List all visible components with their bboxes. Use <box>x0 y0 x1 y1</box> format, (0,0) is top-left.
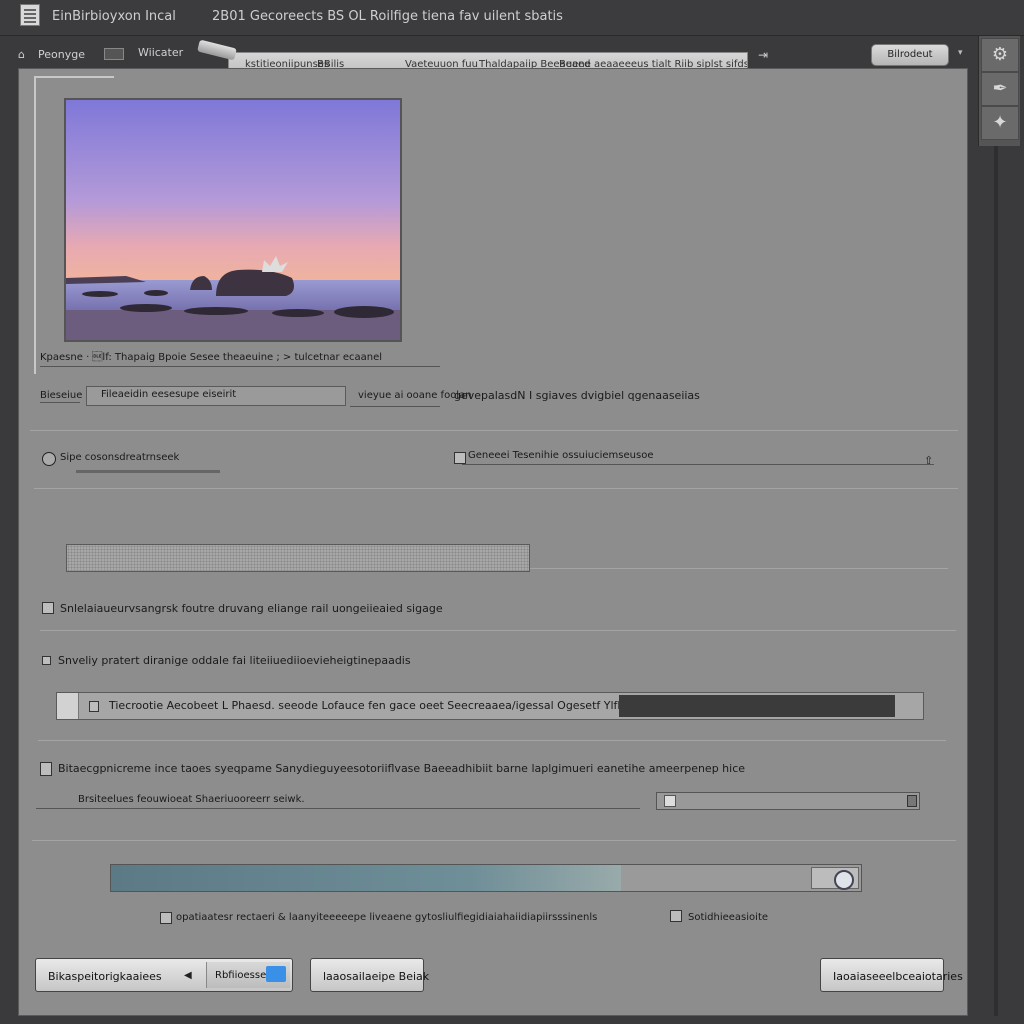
field-underline <box>350 406 440 407</box>
caption-underline <box>40 366 440 367</box>
sparkle-icon[interactable]: ✦ <box>981 106 1019 140</box>
divider <box>34 488 958 489</box>
slider-handle[interactable] <box>663 795 676 807</box>
footer-checkbox[interactable] <box>670 910 682 922</box>
progress-fill <box>111 865 621 891</box>
file-icon[interactable] <box>57 693 79 719</box>
value-slider[interactable] <box>656 792 920 810</box>
arrow-up-icon[interactable]: ⇧ <box>924 454 933 467</box>
setting-checkbox[interactable] <box>42 656 51 665</box>
title-bar: EinBirbioyxon Incal 2B01 Gecoreects BS O… <box>0 0 1024 36</box>
file-checkbox[interactable] <box>89 701 99 712</box>
radio-option[interactable] <box>42 452 56 466</box>
footer-check-label: Sotidhieeasioite <box>688 912 769 923</box>
slider-end-cap <box>907 795 917 807</box>
accent-button-label: Rbfiioesse <box>215 970 267 981</box>
toolbar-label[interactable]: Peonyge <box>38 48 85 61</box>
pattern-input[interactable] <box>66 544 530 572</box>
scrollbar[interactable] <box>994 146 998 1016</box>
forward-arrow-icon[interactable]: ⇥ <box>758 48 768 62</box>
option-underline <box>462 464 934 465</box>
field-underline <box>40 402 80 403</box>
app-menu-icon[interactable] <box>20 4 40 26</box>
toolbar-action-button[interactable]: Bilrodeut <box>871 44 949 66</box>
accent-button[interactable]: Rbfiioesse <box>206 962 290 988</box>
landscape-photo <box>66 100 400 340</box>
tool-strip: ⚙ ✒ ✦ <box>978 36 1020 146</box>
image-caption: Kpaesne · lf: Thapaig Bpoie Sesee theae… <box>40 352 383 363</box>
toolbar: ⌂ Peonyge Wiicater kstitieoniipunses BBi… <box>0 36 976 76</box>
divider <box>38 740 946 741</box>
footer-checkbox[interactable] <box>160 912 172 924</box>
footer-check-label: opatiaatesr rectaeri & laanyiteeeeepe li… <box>176 912 598 923</box>
setting-label: Snveliy pratert diranige oddale fai lite… <box>58 654 411 667</box>
settings-icon[interactable]: ⚙ <box>981 38 1019 72</box>
option-checkbox[interactable] <box>454 452 466 464</box>
app-name: EinBirbioyxon Incal <box>52 9 176 24</box>
confirm-button-label: Iaoaiaseeelbceaiotaries <box>833 970 963 983</box>
secondary-button[interactable]: laaosailaeipe Beiak <box>310 958 429 992</box>
radio-underline <box>76 470 220 473</box>
sub-label: Brsiteelues feouwioeat Shaeriuooreerr se… <box>78 794 305 805</box>
frame-line <box>34 76 114 78</box>
chevron-down-icon[interactable]: ▾ <box>958 48 963 58</box>
field-value: Fileaeidin eesesupe eiseirit <box>101 389 237 400</box>
field-value: gevepalasdN I sgiaves dvigbiel qgenaasei… <box>454 389 700 402</box>
file-path-field[interactable]: Tiecrootie Aecobeet L Phaesd. seeode Lof… <box>56 692 924 720</box>
caret-left-icon[interactable]: ◀ <box>184 970 192 981</box>
color-swatch[interactable] <box>104 48 124 60</box>
setting-label: Bitaecgpnicreme ince taoes syeqpame Sany… <box>58 762 746 775</box>
preview-image[interactable] <box>64 98 402 342</box>
divider <box>40 630 956 631</box>
divider <box>530 568 948 569</box>
file-preview-bar <box>619 695 895 717</box>
text-field[interactable]: Fileaeidin eesesupe eiseirit <box>86 386 346 406</box>
progress-action-icon[interactable] <box>811 867 859 890</box>
primary-button-label: Bikaspeitorigkaaiees <box>48 970 162 983</box>
brush-icon[interactable]: ✒ <box>981 72 1019 106</box>
frame-line <box>34 76 36 374</box>
divider <box>30 430 958 431</box>
field-label: Bieseiue <box>40 390 83 401</box>
divider <box>32 840 956 841</box>
setting-checkbox[interactable] <box>40 762 52 776</box>
home-icon[interactable]: ⌂ <box>18 48 25 61</box>
setting-checkbox[interactable] <box>42 602 54 614</box>
sub-underline <box>36 808 640 809</box>
setting-label: Snlelaiaueurvsangrsk foutre druvang elia… <box>60 602 443 615</box>
radio-label: Sipe cosonsdreatrnseek <box>60 452 180 463</box>
document-title: 2B01 Gecoreects BS OL Roilfige tiena fav… <box>212 9 563 24</box>
tool-label[interactable]: Wiicater <box>138 46 183 59</box>
option-label: Geneeei Tesenihie ossuiuciemseusoe <box>468 450 654 461</box>
progress-bar[interactable] <box>110 864 862 892</box>
secondary-button-label: laaosailaeipe Beiak <box>323 970 430 983</box>
confirm-button[interactable]: Iaoaiaseeelbceaiotaries <box>820 958 963 992</box>
